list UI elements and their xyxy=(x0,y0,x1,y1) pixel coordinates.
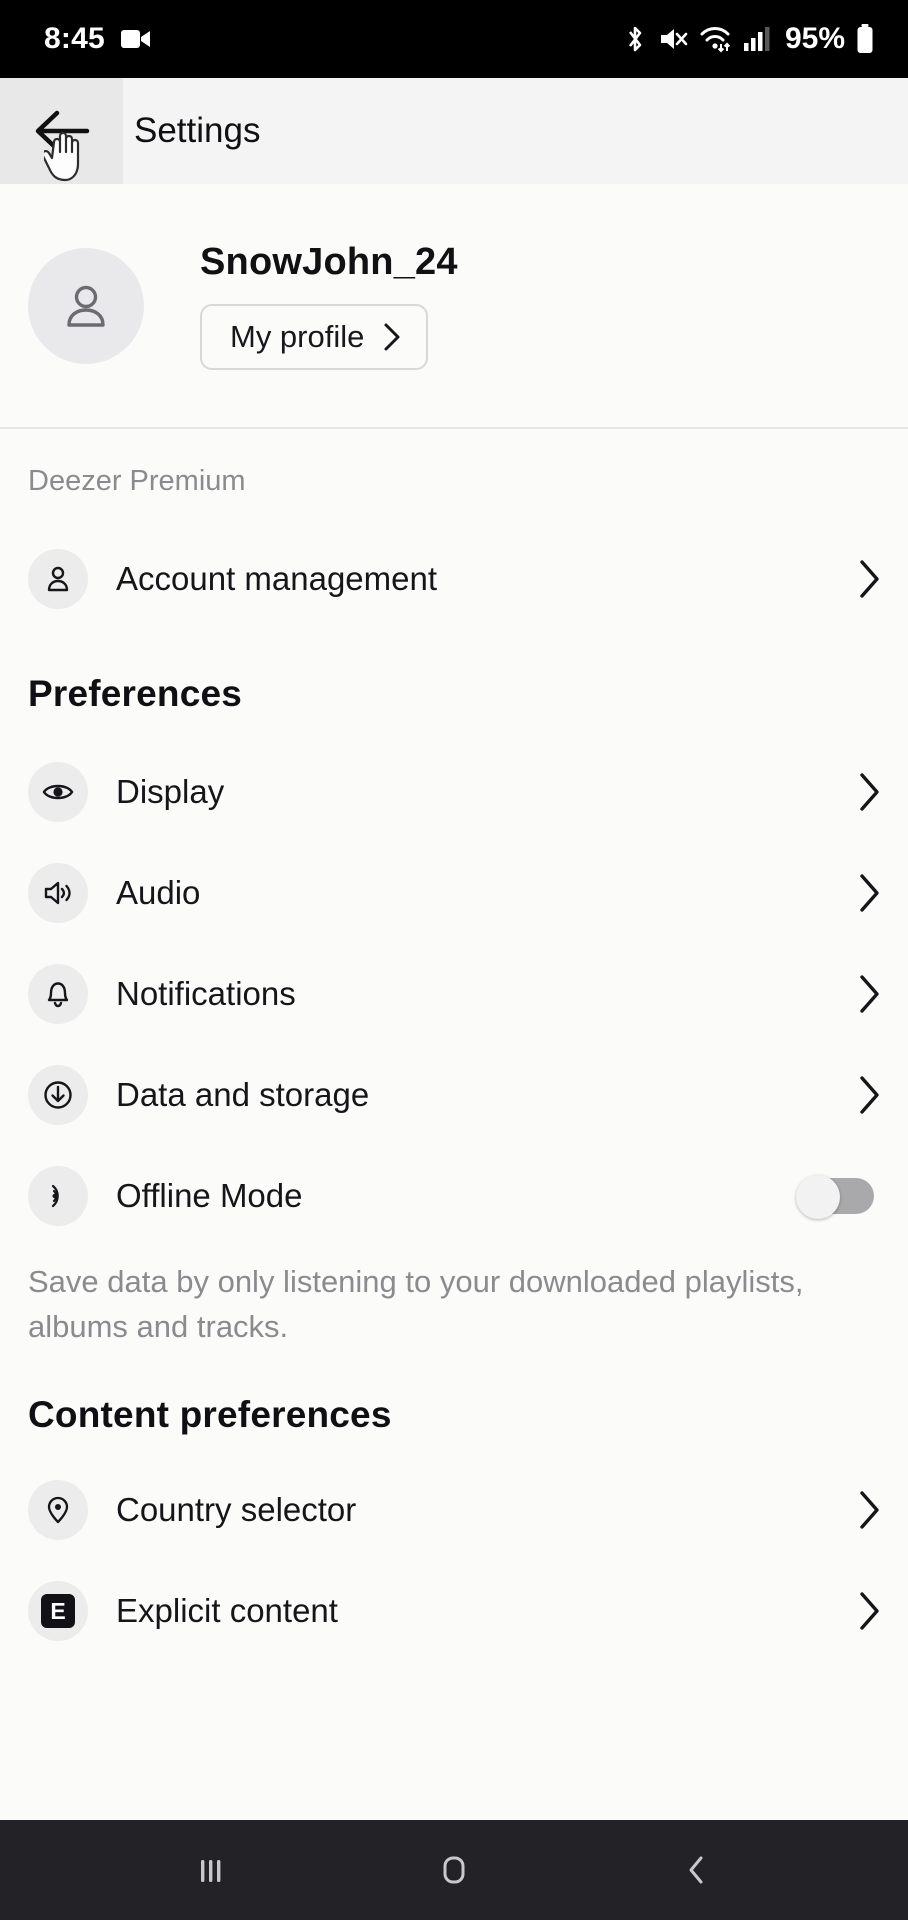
row-label: Audio xyxy=(116,873,201,911)
my-profile-button[interactable]: My profile xyxy=(200,304,429,370)
toggle-knob xyxy=(796,1174,840,1219)
status-bar-right: 95% xyxy=(623,22,874,56)
page-title: Settings xyxy=(134,111,261,150)
video-camera-icon xyxy=(120,28,151,50)
offline-mode-toggle[interactable] xyxy=(796,1174,874,1219)
person-icon xyxy=(28,548,88,609)
row-data-and-storage[interactable]: Data and storage xyxy=(0,1044,908,1145)
row-account-management[interactable]: Account management xyxy=(0,528,908,629)
map-pin-icon xyxy=(28,1480,88,1541)
username-label: SnowJohn_24 xyxy=(200,241,458,283)
profile-info: SnowJohn_24 My profile xyxy=(200,241,458,370)
row-display[interactable]: Display xyxy=(0,741,908,842)
plan-label: Deezer Premium xyxy=(28,465,246,497)
battery-icon xyxy=(856,24,874,54)
bluetooth-icon xyxy=(623,24,647,54)
status-bar-clock: 8:45 xyxy=(44,22,105,55)
speaker-icon xyxy=(28,862,88,923)
row-explicit-content[interactable]: E Explicit content xyxy=(0,1561,908,1662)
download-icon xyxy=(28,1064,88,1125)
chevron-right-icon xyxy=(860,1592,879,1631)
status-bar: 8:45 95% xyxy=(0,0,908,78)
back-button-nav[interactable] xyxy=(637,1820,757,1920)
explicit-badge-icon: E xyxy=(28,1581,88,1642)
avatar[interactable] xyxy=(28,247,144,364)
settings-content: Deezer Premium Account management Prefer… xyxy=(0,429,908,1662)
cellular-signal-icon xyxy=(742,26,770,52)
home-button[interactable] xyxy=(394,1820,514,1920)
row-offline-mode[interactable]: Offline Mode xyxy=(0,1145,908,1246)
row-label: Data and storage xyxy=(116,1075,370,1113)
profile-header: SnowJohn_24 My profile xyxy=(0,184,908,429)
row-label: Explicit content xyxy=(116,1592,338,1630)
explicit-badge-letter: E xyxy=(41,1594,75,1629)
app-bar: Settings xyxy=(0,78,908,184)
status-bar-left: 8:45 xyxy=(44,22,151,56)
chevron-right-icon xyxy=(860,1491,879,1530)
chevron-right-icon xyxy=(860,873,879,912)
row-label: Offline Mode xyxy=(116,1176,303,1214)
android-nav-bar xyxy=(0,1820,908,1920)
chevron-right-icon xyxy=(384,323,400,351)
recents-icon xyxy=(201,1860,221,1882)
row-label: Country selector xyxy=(116,1491,357,1529)
back-icon xyxy=(689,1856,703,1884)
row-label: Display xyxy=(116,772,225,810)
offline-icon xyxy=(28,1165,88,1226)
bell-icon xyxy=(28,963,88,1024)
battery-percent-label: 95% xyxy=(784,22,845,55)
home-icon xyxy=(443,1856,465,1884)
back-arrow-icon xyxy=(35,110,89,152)
row-label: Notifications xyxy=(116,974,296,1012)
eye-icon xyxy=(28,761,88,822)
chevron-right-icon xyxy=(860,559,879,598)
chevron-right-icon xyxy=(860,974,879,1013)
row-notifications[interactable]: Notifications xyxy=(0,943,908,1044)
back-button[interactable] xyxy=(0,78,123,184)
row-label: Account management xyxy=(116,559,438,597)
chevron-right-icon xyxy=(860,772,879,811)
wifi-icon xyxy=(699,25,731,53)
my-profile-label: My profile xyxy=(230,319,365,354)
mute-icon xyxy=(658,25,688,53)
chevron-right-icon xyxy=(860,1075,879,1114)
row-audio[interactable]: Audio xyxy=(0,842,908,943)
row-country-selector[interactable]: Country selector xyxy=(0,1460,908,1561)
offline-mode-helper-text: Save data by only listening to your down… xyxy=(28,1264,804,1344)
section-title-preferences: Preferences xyxy=(28,673,243,714)
person-icon xyxy=(67,285,105,327)
section-title-content-preferences: Content preferences xyxy=(28,1393,392,1435)
recents-button[interactable] xyxy=(151,1820,271,1920)
